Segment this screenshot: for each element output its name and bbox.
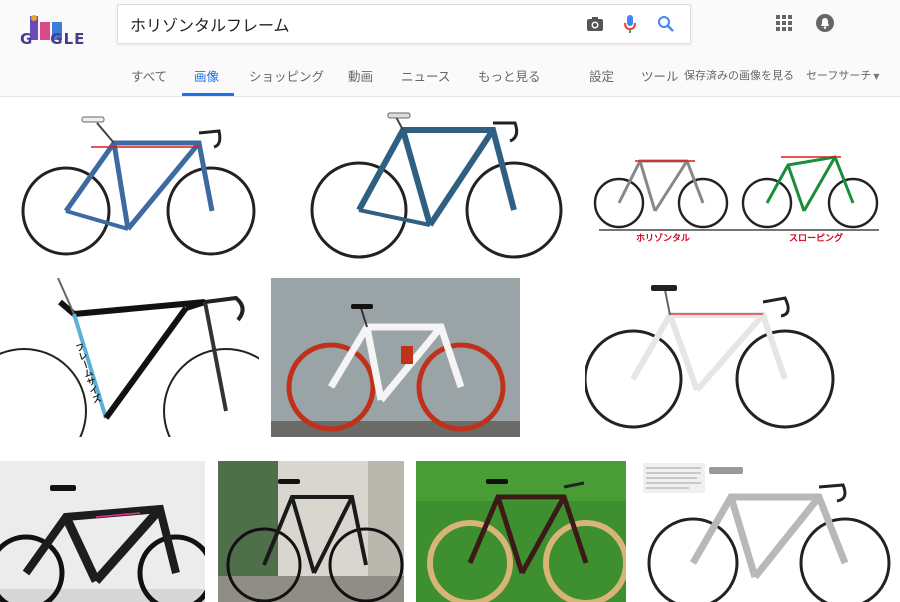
google-doodle-logo[interactable]: G GLE: [8, 12, 90, 48]
search-icon[interactable]: [655, 13, 677, 35]
safesearch-label: セーフサーチ: [806, 69, 872, 82]
image-result-7[interactable]: [0, 461, 205, 602]
chevron-down-icon: ▼: [873, 72, 880, 81]
label-sloping: スローピング: [789, 234, 844, 244]
active-tab-indicator: [182, 93, 234, 96]
label-horizontal: ホリゾンタル: [636, 234, 691, 244]
image-result-9[interactable]: [416, 461, 626, 602]
tab-images[interactable]: 画像: [194, 66, 219, 85]
google-image-search-page: G GLE ホリゾンタルフレーム すべて 画像 ショッピング 動画 ニュース も…: [0, 0, 900, 602]
tab-shopping[interactable]: ショッピング: [249, 66, 324, 85]
header: G GLE ホリゾンタルフレーム すべて 画像 ショッピング 動画 ニュース も…: [0, 0, 900, 97]
image-result-2[interactable]: [296, 97, 575, 277]
tab-more[interactable]: もっと見る: [478, 66, 541, 85]
image-result-3[interactable]: ホリゾンタル スローピング: [591, 145, 887, 247]
tab-all[interactable]: すべて: [131, 66, 167, 85]
search-input[interactable]: [130, 5, 570, 43]
tab-news[interactable]: ニュース: [401, 66, 450, 85]
image-result-5[interactable]: [271, 278, 520, 437]
apps-grid-icon[interactable]: [775, 14, 793, 32]
logo-text: G GLE: [20, 30, 86, 48]
image-result-4[interactable]: フレームサイズ: [0, 278, 259, 437]
image-results-grid: ホリゾンタル スローピング フレームサイズ: [0, 97, 900, 602]
image-result-1[interactable]: [0, 97, 267, 277]
camera-icon[interactable]: [584, 13, 606, 35]
search-tabs: すべて 画像 ショッピング 動画 ニュース もっと見る 設定 ツール 保存済みの…: [0, 60, 900, 97]
microphone-icon[interactable]: [619, 13, 641, 35]
notifications-bell-icon[interactable]: [816, 14, 834, 32]
tools-link[interactable]: ツール: [641, 66, 679, 85]
safesearch-menu[interactable]: セーフサーチ ▼: [806, 67, 880, 83]
image-result-6[interactable]: [585, 278, 845, 437]
saved-images-link[interactable]: 保存済みの画像を見る: [684, 67, 794, 83]
tab-videos[interactable]: 動画: [348, 66, 373, 85]
settings-link[interactable]: 設定: [589, 66, 614, 85]
image-result-8[interactable]: [218, 461, 404, 602]
image-result-10[interactable]: [639, 461, 891, 602]
search-box[interactable]: [117, 4, 691, 44]
